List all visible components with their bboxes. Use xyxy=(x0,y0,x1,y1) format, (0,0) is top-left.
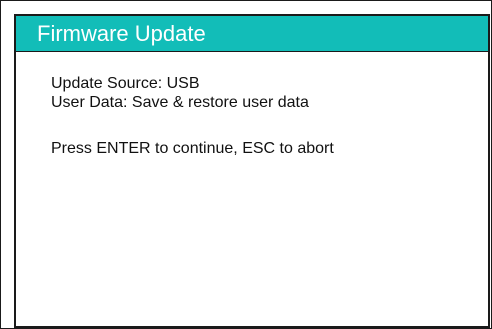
update-source-line: Update Source: USB xyxy=(51,75,200,92)
firmware-update-dialog: Firmware Update Update Source: USB User … xyxy=(14,14,490,328)
dialog-title: Firmware Update xyxy=(37,21,206,46)
outer-frame: Firmware Update Update Source: USB User … xyxy=(0,0,492,329)
instruction-line: Press ENTER to continue, ESC to abort xyxy=(51,140,334,157)
title-bar: Firmware Update xyxy=(16,16,488,52)
user-data-line: User Data: Save & restore user data xyxy=(51,94,309,111)
